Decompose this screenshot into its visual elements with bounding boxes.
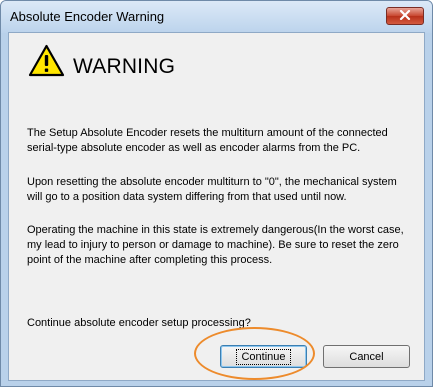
warning-heading: WARNING (73, 55, 176, 78)
title-bar[interactable]: Absolute Encoder Warning (1, 1, 432, 33)
continue-button[interactable]: Continue (220, 345, 307, 368)
warning-paragraph: The Setup Absolute Encoder resets the mu… (27, 127, 388, 154)
confirm-question: Continue absolute encoder setup processi… (27, 317, 251, 329)
window-title: Absolute Encoder Warning (10, 9, 165, 24)
warning-triangle-icon (28, 44, 65, 82)
warning-paragraph: Upon resetting the absolute encoder mult… (27, 176, 397, 203)
cancel-button[interactable]: Cancel (323, 345, 410, 368)
warning-paragraph: Operating the machine in this state is e… (27, 224, 404, 266)
close-button[interactable] (386, 7, 424, 25)
close-icon (399, 7, 411, 25)
warning-header: WARNING (28, 44, 175, 82)
dialog-window: Absolute Encoder Warning WARNING The Set… (0, 0, 433, 387)
dialog-body: WARNING The Setup Absolute Encoder reset… (8, 32, 425, 381)
continue-button-label: Continue (236, 348, 291, 365)
